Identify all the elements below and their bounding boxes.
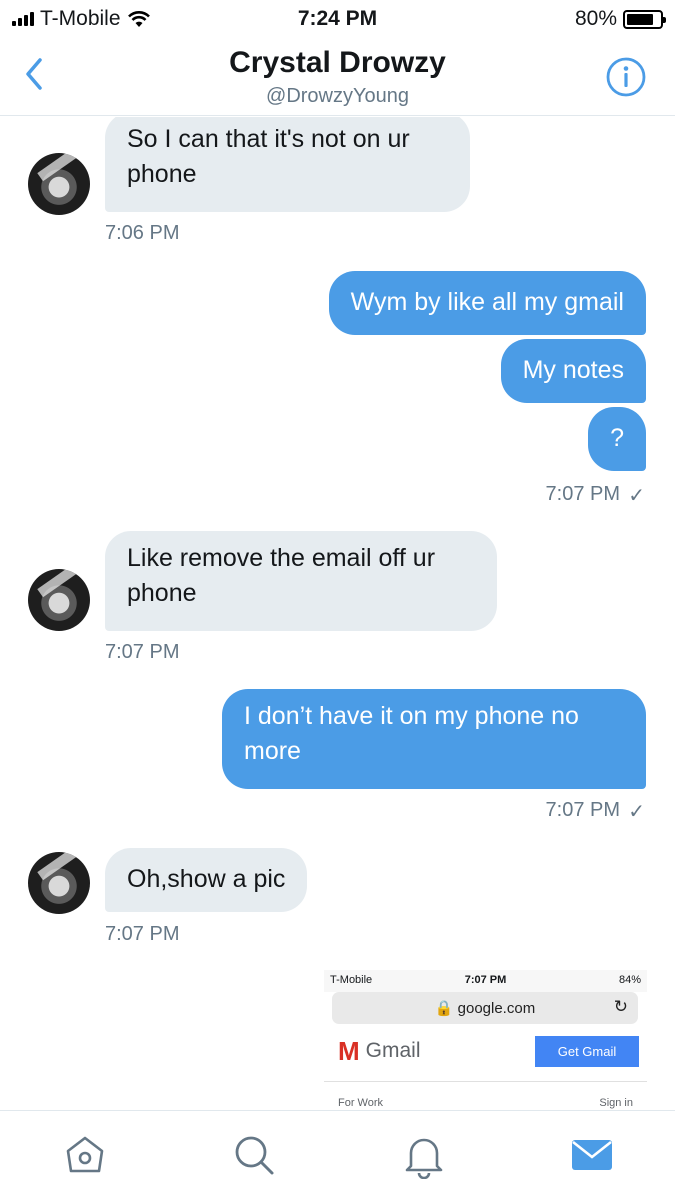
incoming-message[interactable]: Oh,show a pic — [105, 848, 308, 912]
contact-name[interactable]: Crystal Drowzy — [0, 46, 675, 80]
attachment-time: 7:07 PM — [464, 974, 507, 986]
read-check-icon: ✓ — [628, 801, 645, 823]
message-timestamp: 7:07 PM — [545, 799, 620, 821]
status-right: 80% — [574, 7, 666, 31]
contact-avatar[interactable] — [28, 153, 90, 215]
gmail-m-icon: M — [338, 1036, 360, 1066]
attachment-url-text: google.com — [457, 1000, 536, 1017]
bottom-tab-bar — [0, 1110, 675, 1200]
outgoing-message[interactable]: I don’t have it on my phone no more — [222, 689, 646, 789]
attachment-url: 🔒 google.com — [434, 1000, 536, 1017]
outgoing-message[interactable]: My notes — [500, 339, 646, 403]
image-attachment[interactable]: T-Mobile 7:07 PM 84% 🔒 google.com ↻ M Gm… — [324, 970, 647, 1110]
attachment-status-bar: T-Mobile 7:07 PM 84% — [324, 970, 647, 992]
battery-icon — [623, 9, 666, 29]
search-icon[interactable] — [230, 1131, 278, 1179]
attachment-battery: 84% — [618, 974, 641, 986]
incoming-message[interactable]: Like remove the email off ur phone — [105, 531, 497, 631]
bell-icon[interactable] — [400, 1131, 448, 1179]
clock: 7:24 PM — [297, 7, 378, 30]
attachment-divider — [324, 1081, 647, 1082]
gmail-logo: M Gmail — [338, 1038, 421, 1064]
get-gmail-button: Get Gmail — [535, 1036, 639, 1067]
message-thread[interactable]: So I can that it's not on ur phone 7:06 … — [0, 117, 675, 1110]
battery-percent: 80% — [574, 7, 617, 30]
message-timestamp: 7:07 PM — [105, 641, 180, 663]
message-timestamp: 7:07 PM — [545, 483, 620, 505]
conversation-header: Crystal Drowzy @DrowzyYoung — [0, 40, 675, 116]
incoming-message[interactable]: So I can that it's not on ur phone — [105, 117, 470, 212]
read-check-icon: ✓ — [628, 485, 645, 507]
reload-icon: ↻ — [613, 997, 628, 1016]
for-work-link: For Work — [338, 1097, 384, 1109]
outgoing-message[interactable]: Wym by like all my gmail — [328, 271, 646, 335]
gmail-wordmark: Gmail — [365, 1039, 421, 1062]
status-bar: T-Mobile 7:24 PM 80% — [0, 0, 675, 40]
contact-avatar[interactable] — [28, 852, 90, 914]
outgoing-message[interactable]: ? — [588, 407, 646, 471]
home-icon[interactable] — [61, 1131, 109, 1179]
attachment-url-bar: 🔒 google.com ↻ — [332, 992, 638, 1024]
message-timestamp: 7:06 PM — [105, 222, 180, 244]
contact-avatar[interactable] — [28, 569, 90, 631]
message-timestamp: 7:07 PM — [105, 923, 180, 945]
info-icon[interactable] — [605, 56, 647, 98]
contact-handle[interactable]: @DrowzyYoung — [0, 85, 675, 108]
sign-in-link: Sign in — [599, 1097, 633, 1109]
mail-icon[interactable] — [568, 1131, 616, 1179]
